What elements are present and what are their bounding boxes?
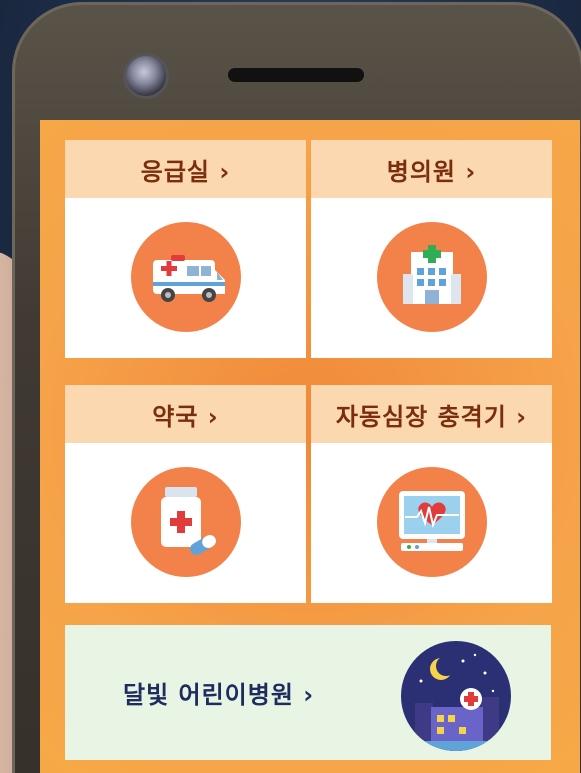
pharmacy-label: 약국 ›	[65, 385, 306, 443]
front-camera	[126, 56, 166, 96]
medicine-icon	[131, 467, 241, 577]
emergency-room-tile[interactable]: 응급실 ›	[65, 140, 306, 358]
ambulance-icon	[131, 222, 241, 332]
hospital-clinic-label: 병의원 ›	[311, 140, 552, 198]
night-childrens-hospital-label: 달빛 어린이병원 ›	[123, 681, 315, 709]
pharmacy-tile[interactable]: 약국 ›	[65, 385, 306, 603]
defibrillator-monitor-icon	[377, 467, 487, 577]
photo-scene: 응급실 › 병의원 › 약국 › 자동심장 충격기 › 달빛 어린이병원 ›	[0, 0, 581, 773]
phone-frame: 응급실 › 병의원 › 약국 › 자동심장 충격기 › 달빛 어린이병원 ›	[12, 2, 581, 773]
hospital-icon	[377, 222, 487, 332]
hospital-clinic-tile[interactable]: 병의원 ›	[311, 140, 552, 358]
earpiece-speaker	[228, 68, 364, 82]
night-childrens-hospital-tile[interactable]: 달빛 어린이병원 ›	[65, 625, 551, 760]
aed-label: 자동심장 충격기 ›	[311, 385, 552, 443]
emergency-room-label: 응급실 ›	[65, 140, 306, 198]
app-screen: 응급실 › 병의원 › 약국 › 자동심장 충격기 › 달빛 어린이병원 ›	[40, 120, 580, 773]
night-hospital-icon	[401, 641, 511, 751]
aed-tile[interactable]: 자동심장 충격기 ›	[311, 385, 552, 603]
